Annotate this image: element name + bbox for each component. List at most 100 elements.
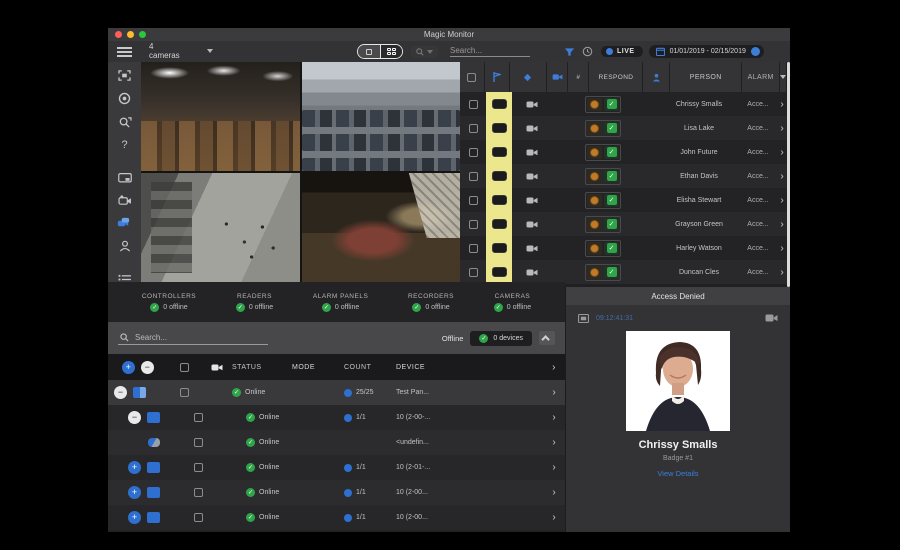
- status-column-header[interactable]: STATUS: [232, 364, 292, 371]
- clear-button[interactable]: ✓: [604, 122, 619, 135]
- device-row[interactable]: + ✓Online 1/1 10 (2-01-... ›: [108, 455, 565, 480]
- collapse-panel-button[interactable]: [539, 331, 555, 345]
- event-row[interactable]: ✓ Ethan Davis Acce... ›: [460, 164, 790, 188]
- camera-tile-store[interactable]: [302, 173, 461, 282]
- select-all-devices-checkbox[interactable]: [180, 363, 189, 372]
- collapse-node-button[interactable]: −: [128, 411, 141, 424]
- device-row[interactable]: + ✓Online 1/1 10 (2-00... ›: [108, 480, 565, 505]
- grid-view-button[interactable]: [380, 45, 402, 58]
- clear-button[interactable]: ✓: [604, 98, 619, 111]
- acknowledge-button[interactable]: [587, 98, 602, 111]
- row-checkbox[interactable]: [469, 220, 478, 229]
- device-checkbox[interactable]: [194, 438, 203, 447]
- camera-icon[interactable]: [526, 196, 538, 205]
- ptz-search-icon[interactable]: [117, 116, 132, 128]
- expand-node-button[interactable]: +: [128, 461, 141, 474]
- count-column-header[interactable]: #: [568, 62, 588, 92]
- collapse-node-button[interactable]: −: [114, 386, 127, 399]
- device-checkbox[interactable]: [194, 488, 203, 497]
- camera-layout-select[interactable]: 4 cameras: [145, 40, 217, 63]
- clear-button[interactable]: ✓: [604, 146, 619, 159]
- event-expand-chevron[interactable]: ›: [778, 140, 786, 164]
- event-row[interactable]: ✓ Elisha Stewart Acce... ›: [460, 188, 790, 212]
- event-row[interactable]: ✓ John Future Acce... ›: [460, 140, 790, 164]
- acknowledge-button[interactable]: [587, 194, 602, 207]
- video-wall-icon[interactable]: [117, 173, 132, 184]
- event-expand-chevron[interactable]: ›: [778, 116, 786, 140]
- camera-icon[interactable]: [526, 172, 538, 181]
- device-expand-chevron[interactable]: ›: [543, 462, 565, 473]
- camera-icon[interactable]: [526, 100, 538, 109]
- event-row[interactable]: ✓ Grayson Green Acce... ›: [460, 212, 790, 236]
- recorder-icon[interactable]: [117, 195, 132, 206]
- acknowledge-button[interactable]: [587, 122, 602, 135]
- row-checkbox[interactable]: [469, 124, 478, 133]
- clear-button[interactable]: ✓: [604, 218, 619, 231]
- device-checkbox[interactable]: [194, 463, 203, 472]
- count-column-header[interactable]: COUNT: [344, 364, 396, 371]
- device-row[interactable]: + ✓Online 1/1 10 (2-00... ›: [108, 505, 565, 530]
- device-expand-chevron[interactable]: ›: [543, 512, 565, 523]
- device-column-header[interactable]: DEVICE: [396, 364, 543, 371]
- device-search-input[interactable]: Search...: [118, 331, 268, 345]
- row-checkbox[interactable]: [469, 244, 478, 253]
- search-input[interactable]: Search...: [450, 46, 530, 57]
- respond-column-header[interactable]: RESPOND: [589, 62, 642, 92]
- acknowledge-button[interactable]: [587, 266, 602, 279]
- camera-column-header[interactable]: [547, 62, 567, 92]
- camera-icon[interactable]: [526, 268, 538, 277]
- offline-filter-label[interactable]: Offline: [442, 334, 464, 343]
- cameras-icon[interactable]: [117, 217, 132, 229]
- acknowledge-button[interactable]: [587, 170, 602, 183]
- fullscreen-icon[interactable]: [117, 70, 132, 81]
- alarm-column-header[interactable]: ALARM: [742, 62, 779, 92]
- device-expand-chevron[interactable]: ›: [543, 437, 565, 448]
- row-checkbox[interactable]: [469, 100, 478, 109]
- collapse-all-button[interactable]: −: [141, 361, 154, 374]
- camera-search-button[interactable]: [411, 46, 438, 58]
- menu-icon[interactable]: [117, 45, 132, 59]
- view-details-link[interactable]: View Details: [566, 469, 790, 478]
- flag-column-header[interactable]: [485, 62, 509, 92]
- help-icon[interactable]: ?: [117, 139, 132, 151]
- person-icon-column-header[interactable]: [643, 62, 669, 92]
- header-chevron[interactable]: ›: [543, 362, 565, 373]
- clear-button[interactable]: ✓: [604, 194, 619, 207]
- single-view-button[interactable]: [358, 45, 380, 58]
- event-row[interactable]: ✓ Chrissy Smalls Acce... ›: [460, 92, 790, 116]
- acknowledge-button[interactable]: [587, 242, 602, 255]
- row-checkbox[interactable]: [469, 148, 478, 157]
- filter-icon[interactable]: [564, 47, 575, 57]
- device-row[interactable]: − ✓Online 1/1 10 (2-00-... ›: [108, 405, 565, 430]
- event-expand-chevron[interactable]: ›: [778, 92, 786, 116]
- event-expand-chevron[interactable]: ›: [778, 188, 786, 212]
- event-expand-chevron[interactable]: ›: [778, 236, 786, 260]
- event-expand-chevron[interactable]: ›: [778, 212, 786, 236]
- priority-column-header[interactable]: [510, 62, 547, 92]
- camera-icon[interactable]: [526, 148, 538, 157]
- offline-devices-pill[interactable]: ✓ 0 devices: [470, 331, 532, 346]
- camera-icon[interactable]: [526, 220, 538, 229]
- date-range-picker[interactable]: 01/01/2019 - 02/15/2019: [649, 45, 764, 58]
- acknowledge-button[interactable]: [587, 146, 602, 159]
- camera-icon[interactable]: [765, 313, 778, 323]
- event-row[interactable]: ✓ Duncan Cles Acce... ›: [460, 260, 790, 284]
- select-all-checkbox[interactable]: [460, 62, 484, 92]
- live-toggle[interactable]: LIVE: [601, 46, 643, 57]
- expand-all-button[interactable]: +: [122, 361, 135, 374]
- mode-column-header[interactable]: MODE: [292, 364, 344, 371]
- event-expand-chevron[interactable]: ›: [778, 164, 786, 188]
- device-expand-chevron[interactable]: ›: [543, 412, 565, 423]
- device-row[interactable]: ✓Online <undefin... ›: [108, 430, 565, 455]
- row-checkbox[interactable]: [469, 268, 478, 277]
- device-row[interactable]: − ✓Online 25/25 Test Pan... ›: [108, 380, 565, 405]
- camera-icon[interactable]: [526, 244, 538, 253]
- acknowledge-button[interactable]: [587, 218, 602, 231]
- camera-tile-warehouse[interactable]: [141, 62, 300, 171]
- row-checkbox[interactable]: [469, 172, 478, 181]
- event-table-scrollbar[interactable]: [787, 62, 790, 287]
- device-checkbox[interactable]: [180, 388, 189, 397]
- clear-button[interactable]: ✓: [604, 170, 619, 183]
- clear-button[interactable]: ✓: [604, 242, 619, 255]
- expand-node-button[interactable]: +: [128, 486, 141, 499]
